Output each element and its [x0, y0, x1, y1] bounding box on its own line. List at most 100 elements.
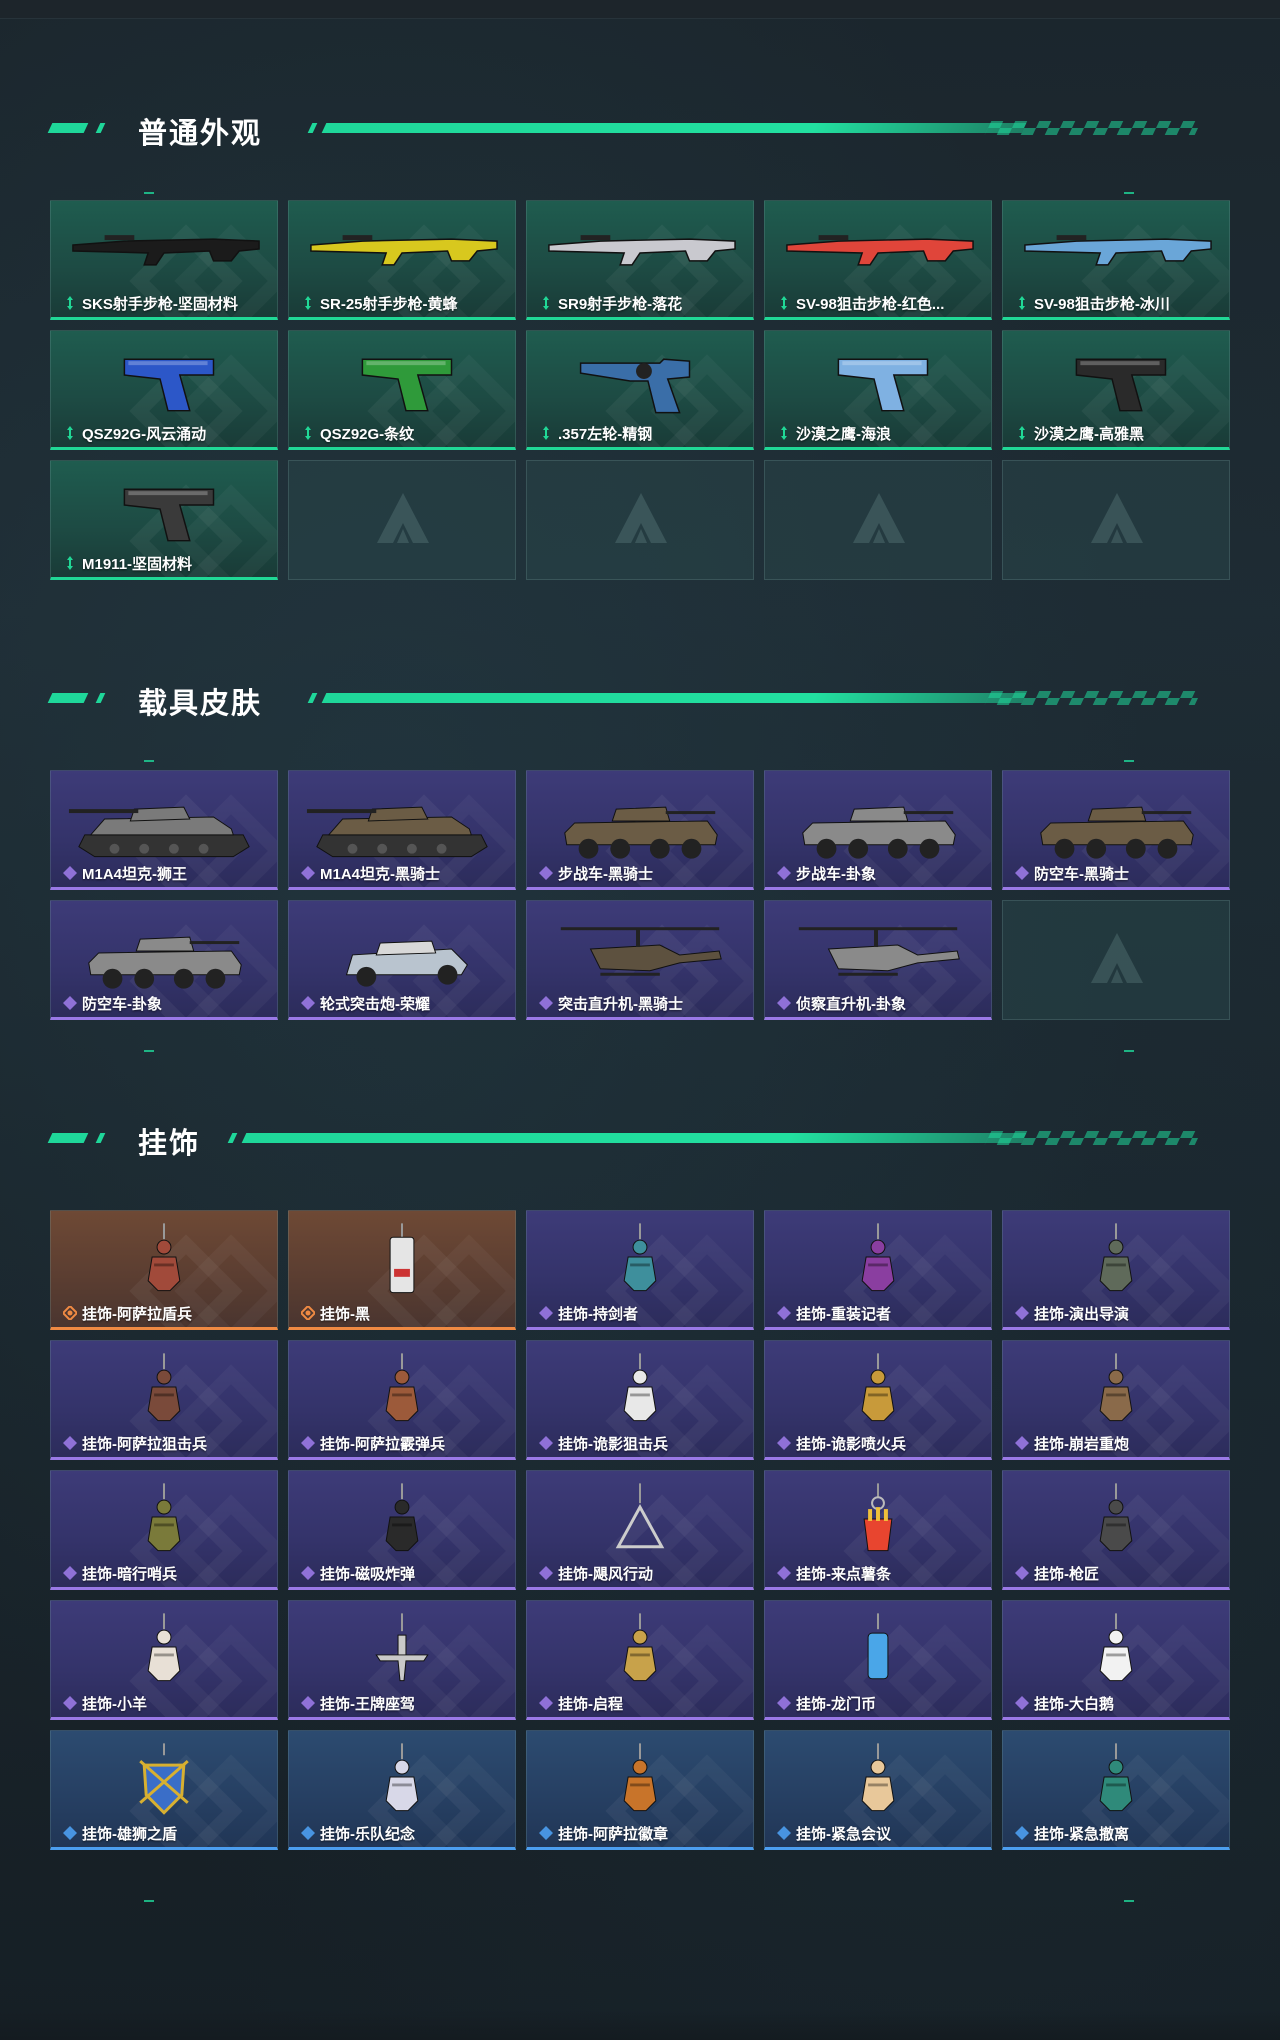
- item-name: 挂饰-枪匠: [1034, 1565, 1099, 1583]
- charm-figure-icon: [303, 1349, 501, 1429]
- item-label: M1911-坚固材料: [63, 553, 271, 573]
- rarity-purple-icon: [301, 866, 315, 880]
- item-label: 挂饰-诡影喷火兵: [777, 1433, 985, 1453]
- corner-tick: [144, 1050, 154, 1052]
- item-card[interactable]: 步战车-卦象: [764, 770, 992, 890]
- item-card[interactable]: 轮式突击炮-荣耀: [288, 900, 516, 1020]
- item-card[interactable]: 沙漠之鹰-高雅黑: [1002, 330, 1230, 450]
- item-card[interactable]: 挂饰-演出导演: [1002, 1210, 1230, 1330]
- apc-icon: [65, 909, 263, 989]
- corner-tick: [1124, 1050, 1134, 1052]
- header-checker: [984, 1131, 1202, 1145]
- item-card[interactable]: 挂饰-飓风行动: [526, 1470, 754, 1590]
- item-card[interactable]: 挂饰-雄狮之盾: [50, 1730, 278, 1850]
- item-card[interactable]: 挂饰-诡影狙击兵: [526, 1340, 754, 1460]
- item-name: 侦察直升机-卦象: [796, 995, 906, 1013]
- item-card[interactable]: QSZ92G-条纹: [288, 330, 516, 450]
- item-label: 挂饰-枪匠: [1015, 1563, 1223, 1583]
- item-card[interactable]: M1911-坚固材料: [50, 460, 278, 580]
- item-name: 挂饰-阿萨拉徽章: [558, 1825, 668, 1843]
- item-card[interactable]: SKS射手步枪-坚固材料: [50, 200, 278, 320]
- charm-figure-icon: [1017, 1219, 1215, 1299]
- item-card[interactable]: 挂饰-阿萨拉徽章: [526, 1730, 754, 1850]
- empty-slot: [526, 460, 754, 580]
- item-label: 步战车-黑骑士: [539, 863, 747, 883]
- item-label: 挂饰-暗行哨兵: [63, 1563, 271, 1583]
- item-card[interactable]: 挂饰-诡影喷火兵: [764, 1340, 992, 1460]
- rarity-green-icon: [1015, 296, 1029, 310]
- empty-slot: [1002, 460, 1230, 580]
- item-card[interactable]: QSZ92G-风云涌动: [50, 330, 278, 450]
- pistol-icon: [65, 469, 263, 549]
- item-card[interactable]: 挂饰-紧急会议: [764, 1730, 992, 1850]
- rarity-purple-icon: [301, 1566, 315, 1580]
- item-card[interactable]: M1A4坦克-狮王: [50, 770, 278, 890]
- item-card[interactable]: 挂饰-枪匠: [1002, 1470, 1230, 1590]
- item-card[interactable]: 挂饰-磁吸炸弹: [288, 1470, 516, 1590]
- item-card[interactable]: 防空车-黑骑士: [1002, 770, 1230, 890]
- item-name: 挂饰-诡影狙击兵: [558, 1435, 668, 1453]
- item-name: SV-98狙击步枪-红色...: [796, 295, 945, 313]
- corner-tick: [144, 1900, 154, 1902]
- section-header-charms: 挂饰: [47, 1118, 1202, 1160]
- item-name: M1A4坦克-黑骑士: [320, 865, 441, 883]
- item-card[interactable]: 挂饰-启程: [526, 1600, 754, 1720]
- item-name: 挂饰-乐队纪念: [320, 1825, 415, 1843]
- item-label: 挂饰-紧急会议: [777, 1823, 985, 1843]
- vehicles-grid: M1A4坦克-狮王 M1A4坦克-黑骑士 步战车-黑骑士 步战车-卦象 防空车-…: [50, 770, 1230, 1020]
- item-card[interactable]: 挂饰-阿萨拉盾兵: [50, 1210, 278, 1330]
- empty-slot: [764, 460, 992, 580]
- item-name: 挂饰-飓风行动: [558, 1565, 653, 1583]
- item-card[interactable]: 挂饰-乐队纪念: [288, 1730, 516, 1850]
- item-label: M1A4坦克-狮王: [63, 863, 271, 883]
- charm-round-icon: [303, 1739, 501, 1819]
- section-header-skins: 普通外观: [47, 108, 1202, 150]
- rarity-green-icon: [301, 426, 315, 440]
- helicopter-icon: [541, 909, 739, 989]
- empty-slot: [288, 460, 516, 580]
- header-lead-mark: [95, 123, 106, 133]
- item-card[interactable]: 挂饰-持剑者: [526, 1210, 754, 1330]
- item-card[interactable]: 挂饰-来点薯条: [764, 1470, 992, 1590]
- rarity-green-icon: [1015, 426, 1029, 440]
- item-card[interactable]: 挂饰-阿萨拉霰弹兵: [288, 1340, 516, 1460]
- header-lead-mark: [47, 123, 89, 133]
- item-card[interactable]: 步战车-黑骑士: [526, 770, 754, 890]
- charm-bomb-icon: [303, 1479, 501, 1559]
- item-card[interactable]: SR-25射手步枪-黄蜂: [288, 200, 516, 320]
- item-card[interactable]: 挂饰-黑: [288, 1210, 516, 1330]
- item-card[interactable]: 挂饰-王牌座驾: [288, 1600, 516, 1720]
- item-card[interactable]: 突击直升机-黑骑士: [526, 900, 754, 1020]
- item-card[interactable]: 侦察直升机-卦象: [764, 900, 992, 1020]
- item-card[interactable]: 挂饰-重装记者: [764, 1210, 992, 1330]
- header-lead-mark: [95, 1133, 106, 1143]
- item-card[interactable]: 挂饰-崩岩重炮: [1002, 1340, 1230, 1460]
- item-label: 挂饰-小羊: [63, 1693, 271, 1713]
- revolver-icon: [541, 339, 739, 419]
- item-card[interactable]: 沙漠之鹰-海浪: [764, 330, 992, 450]
- item-card[interactable]: 防空车-卦象: [50, 900, 278, 1020]
- charm-box-icon: [1017, 1739, 1215, 1819]
- item-card[interactable]: 挂饰-大白鹅: [1002, 1600, 1230, 1720]
- item-card[interactable]: SV-98狙击步枪-冰川: [1002, 200, 1230, 320]
- item-card[interactable]: SV-98狙击步枪-红色...: [764, 200, 992, 320]
- item-card[interactable]: 挂饰-紧急撤离: [1002, 1730, 1230, 1850]
- item-card[interactable]: SR9射手步枪-落花: [526, 200, 754, 320]
- item-card[interactable]: 挂饰-阿萨拉狙击兵: [50, 1340, 278, 1460]
- rarity-purple-icon: [777, 1306, 791, 1320]
- item-card[interactable]: 挂饰-暗行哨兵: [50, 1470, 278, 1590]
- item-name: 步战车-黑骑士: [558, 865, 653, 883]
- item-card[interactable]: 挂饰-小羊: [50, 1600, 278, 1720]
- item-card[interactable]: M1A4坦克-黑骑士: [288, 770, 516, 890]
- rarity-purple-icon: [777, 1436, 791, 1450]
- header-lead-mark: [47, 693, 89, 703]
- rifle-icon: [779, 209, 977, 289]
- item-card[interactable]: 挂饰-龙门币: [764, 1600, 992, 1720]
- item-card[interactable]: .357左轮-精钢: [526, 330, 754, 450]
- item-label: 挂饰-雄狮之盾: [63, 1823, 271, 1843]
- rifle-icon: [303, 209, 501, 289]
- rarity-purple-icon: [539, 1436, 553, 1450]
- rarity-purple-icon: [777, 866, 791, 880]
- rarity-purple-icon: [777, 1696, 791, 1710]
- item-name: SR9射手步枪-落花: [558, 295, 683, 313]
